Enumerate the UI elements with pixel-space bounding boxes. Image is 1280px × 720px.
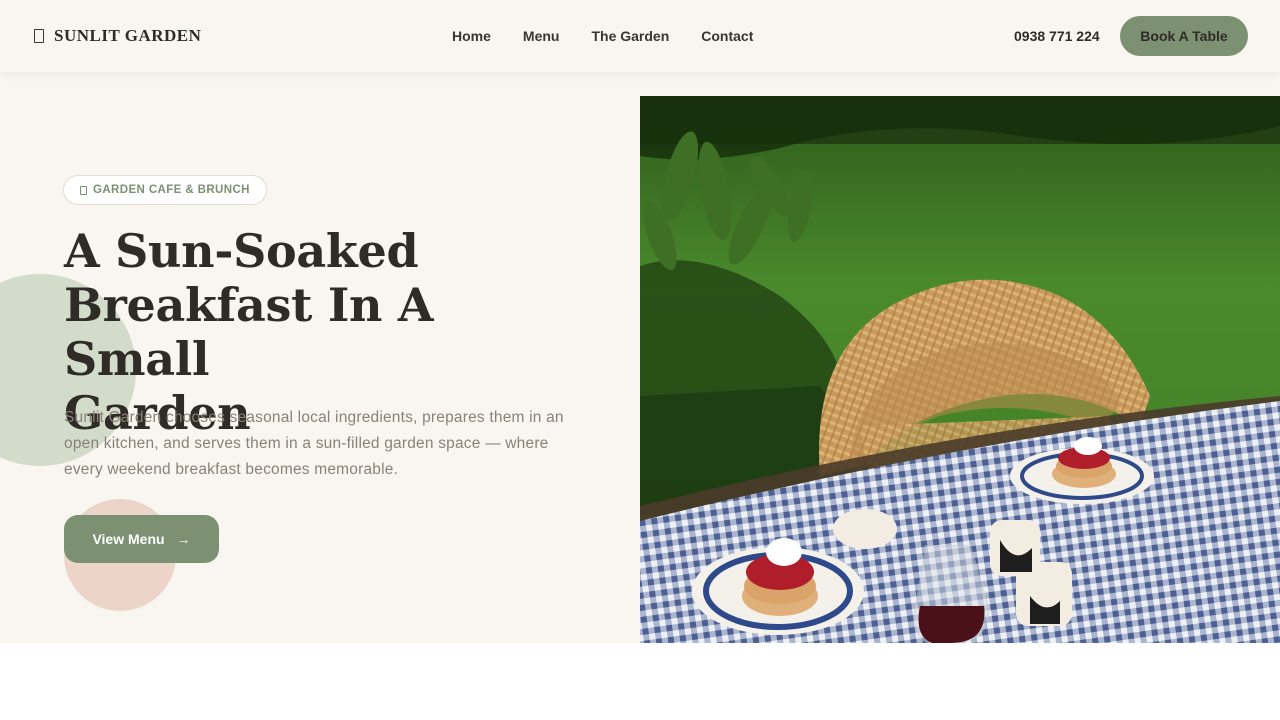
badge-text: GARDEN CAFE & BRUNCH <box>93 184 250 196</box>
hero-title-line-2: Breakfast In A Small <box>64 278 434 386</box>
nav-item-home[interactable]: Home <box>452 28 491 44</box>
brand[interactable]: SUNLIT GARDEN <box>34 26 201 46</box>
hero-description: Sunlit Garden chooses seasonal local ing… <box>64 409 564 478</box>
view-menu-button[interactable]: View Menu → <box>64 515 219 563</box>
nav-item-contact[interactable]: Contact <box>701 28 753 44</box>
brand-name: SUNLIT GARDEN <box>54 26 202 45</box>
leaf-icon <box>80 185 87 195</box>
main-nav: Home Menu The Garden Contact <box>452 28 753 44</box>
hero-section: GARDEN CAFE & BRUNCH A Sun-Soaked Breakf… <box>0 72 1280 643</box>
site-header: SUNLIT GARDEN Home Menu The Garden Conta… <box>0 0 1280 72</box>
category-badge: GARDEN CAFE & BRUNCH <box>63 175 267 205</box>
logo-icon <box>34 29 44 43</box>
hero-photo <box>640 96 1280 643</box>
view-menu-label: View Menu <box>92 531 165 547</box>
hero-title-line-1: A Sun-Soaked <box>64 224 419 278</box>
arrow-right-icon: → <box>176 531 191 547</box>
phone-number[interactable]: 0938 771 224 <box>1014 28 1100 44</box>
page-below-hero <box>0 643 1280 720</box>
book-table-button[interactable]: Book A Table <box>1120 16 1248 56</box>
nav-item-menu[interactable]: Menu <box>523 28 560 44</box>
nav-item-the-garden[interactable]: The Garden <box>591 28 669 44</box>
